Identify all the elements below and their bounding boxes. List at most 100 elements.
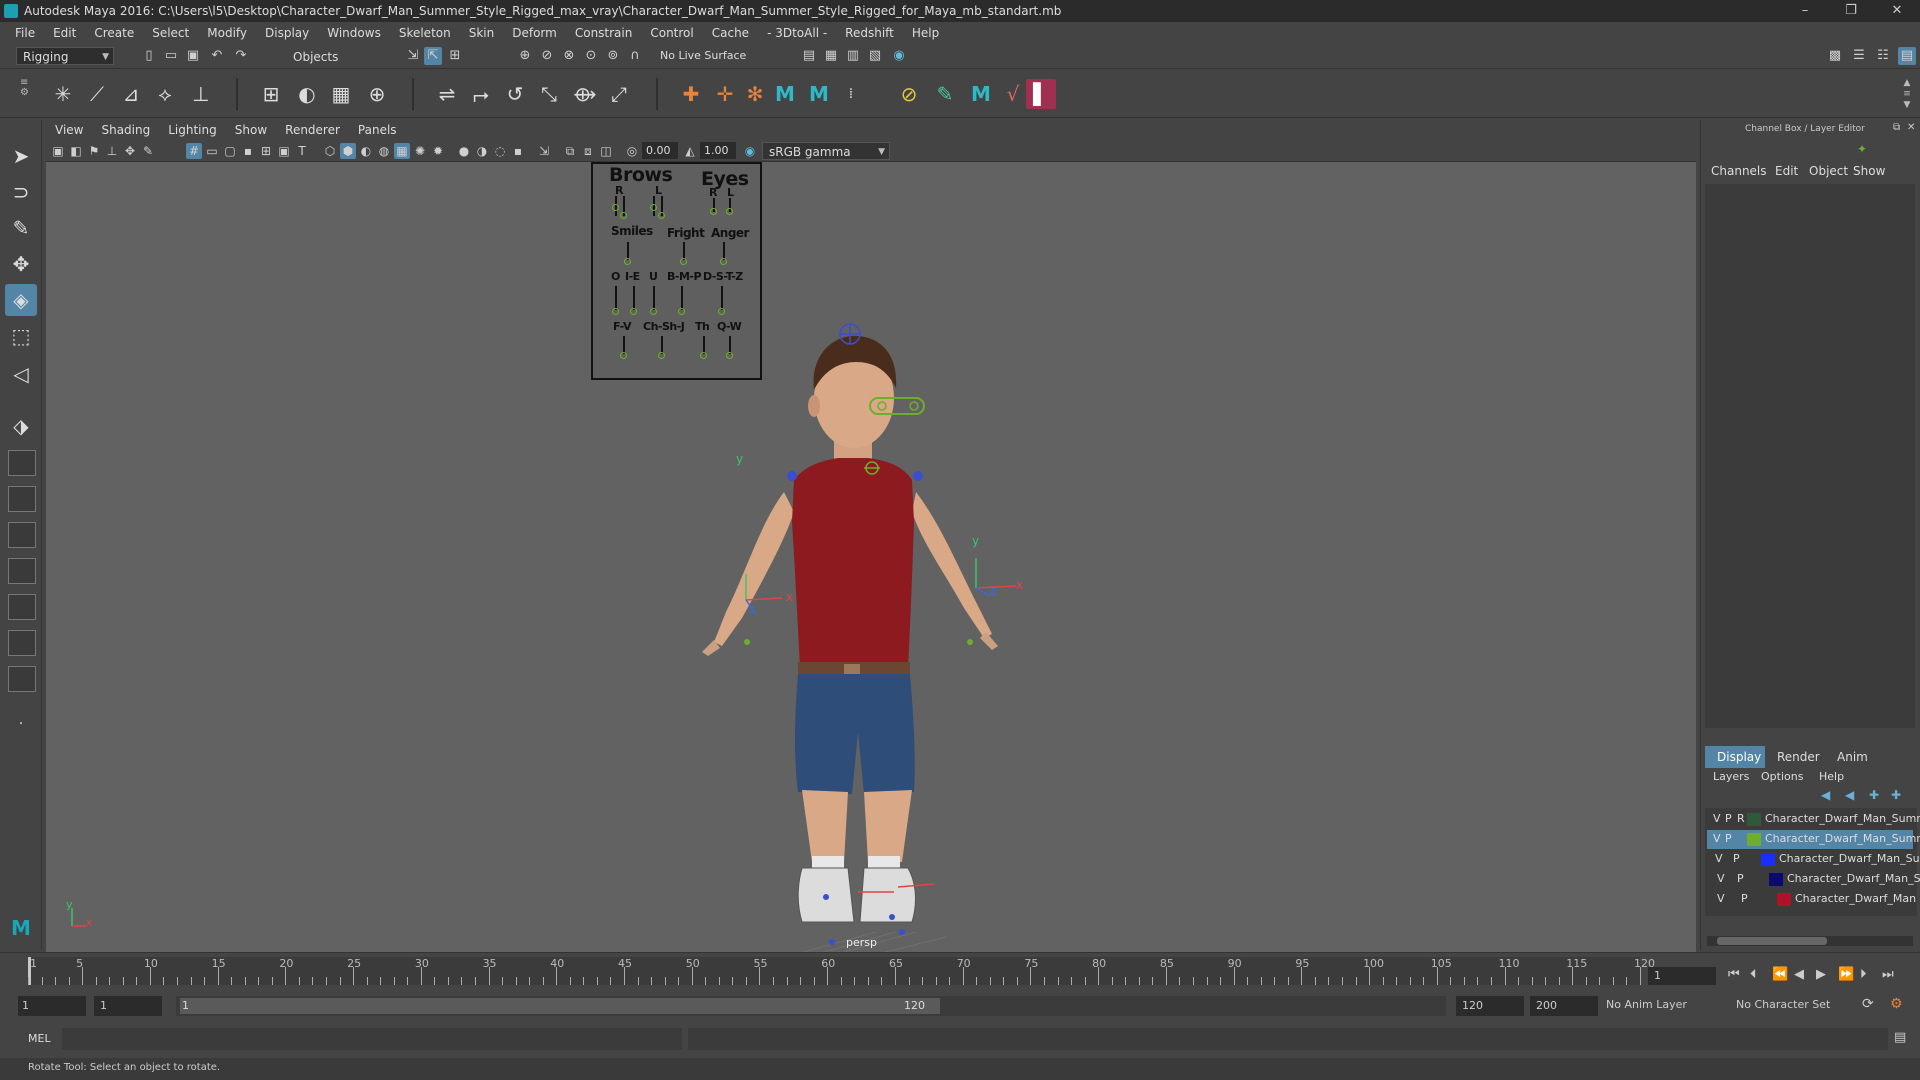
save-scene-icon[interactable]: ▣ — [184, 47, 202, 65]
locator-icon[interactable]: ✚ — [676, 79, 706, 109]
dwarf-character[interactable] — [702, 335, 998, 923]
channels-tab[interactable]: Channels — [1711, 164, 1767, 178]
close-button[interactable]: ✕ — [1874, 0, 1920, 22]
viseme-knob[interactable] — [678, 308, 685, 315]
joint-locator-icon[interactable]: ✛ — [710, 79, 740, 109]
layout-top-icon[interactable] — [8, 558, 36, 584]
menu-file[interactable]: File — [6, 26, 44, 40]
menu-deform[interactable]: Deform — [503, 26, 566, 40]
brow-knob[interactable] — [650, 204, 657, 211]
viewport-menu-shading[interactable]: Shading — [92, 123, 159, 137]
smooth-shade-icon[interactable]: ⬢ — [340, 143, 356, 159]
layer-playback[interactable]: P — [1725, 812, 1732, 825]
viewport-menu-renderer[interactable]: Renderer — [276, 123, 349, 137]
scale-constraint-icon[interactable]: ⤡ — [534, 79, 564, 109]
menu-modify[interactable]: Modify — [198, 26, 256, 40]
viseme-knob[interactable] — [718, 308, 725, 315]
component-editor-icon[interactable]: ⁞ — [836, 79, 866, 109]
fright-knob[interactable] — [680, 258, 687, 265]
layout-four-icon[interactable] — [8, 486, 36, 512]
grease-pencil-icon[interactable]: ✎ — [140, 143, 156, 159]
layer-visibility[interactable]: V — [1717, 872, 1725, 885]
script-editor-icon[interactable]: ▤ — [1894, 1030, 1906, 1045]
layer-color-swatch[interactable] — [1769, 873, 1783, 886]
layer-visibility[interactable]: V — [1715, 852, 1723, 865]
shelf-scroll-icon[interactable]: ▲ ≡ ▼ — [1900, 78, 1914, 112]
hik-character-icon[interactable]: M — [770, 79, 800, 109]
character-set-label[interactable]: No Character Set — [1736, 998, 1830, 1011]
mocap-icon[interactable]: M — [966, 79, 996, 109]
render-settings-icon[interactable]: ▧ — [866, 47, 884, 65]
facial-control-board[interactable]: Brows Eyes R L R L Smiles Fright Anger O… — [591, 162, 762, 380]
perspective-viewport[interactable]: y x z y x z y x persp — [46, 162, 1696, 952]
hik-controls-icon[interactable]: M — [804, 79, 834, 109]
graph-icon[interactable]: ▌ — [1026, 79, 1056, 109]
color-management-icon[interactable]: ◉ — [742, 143, 758, 159]
object-tab[interactable]: Object — [1809, 164, 1848, 178]
options-menu[interactable]: Options — [1761, 770, 1803, 783]
brow-knob[interactable] — [612, 204, 619, 211]
layout-persp-icon[interactable] — [8, 666, 36, 692]
anger-knob[interactable] — [720, 258, 727, 265]
close-panel-icon[interactable]: ✕ — [1907, 122, 1915, 133]
layer-color-swatch[interactable] — [1747, 813, 1761, 826]
paint-select-tool-icon[interactable]: ✎ — [5, 212, 37, 244]
shadows-icon[interactable]: ✹ — [430, 143, 446, 159]
layer-row[interactable]: V P Character_Dwarf_Man_S — [1707, 870, 1920, 889]
range-slider-handle[interactable]: 1 120 — [180, 998, 940, 1014]
script-language-label[interactable]: MEL — [28, 1032, 51, 1045]
play-backward-icon[interactable]: ◀ — [1794, 967, 1804, 982]
menu-display[interactable]: Display — [256, 26, 318, 40]
animation-end-field[interactable]: 200 — [1530, 996, 1598, 1016]
layer-playback[interactable]: P — [1733, 852, 1740, 865]
step-back-frame-icon[interactable]: ⏪ — [1772, 967, 1788, 982]
help-menu[interactable]: Help — [1819, 770, 1844, 783]
ik-handle-icon[interactable]: ⟋ — [82, 79, 112, 109]
viseme-knob[interactable] — [726, 352, 733, 359]
menu-create[interactable]: Create — [85, 26, 143, 40]
mirror-joint-icon[interactable]: ⟡ — [150, 79, 180, 109]
ik-fk-icon[interactable]: ✻ — [740, 79, 770, 109]
joint-tool-icon[interactable]: ✳ — [48, 79, 78, 109]
field-chart-icon[interactable]: ⊞ — [258, 143, 274, 159]
screen-space-ao-icon[interactable]: ● — [456, 143, 472, 159]
motion-blur-icon[interactable]: ◑ — [474, 143, 490, 159]
film-gate-icon[interactable]: ▭ — [204, 143, 220, 159]
snap-grid-icon[interactable]: ⊕ — [516, 47, 534, 65]
tool-settings-icon[interactable]: ☷ — [1874, 47, 1892, 65]
orient-joint-icon[interactable]: ⊥ — [186, 79, 216, 109]
shade-wire-icon[interactable]: ◐ — [358, 143, 374, 159]
layer-reference[interactable]: R — [1737, 812, 1745, 825]
brow-knob[interactable] — [620, 212, 627, 219]
select-hierarchy-icon[interactable]: ⇲ — [404, 47, 422, 65]
layer-playback[interactable]: P — [1725, 832, 1732, 845]
lasso-tool-icon[interactable]: ⊃ — [5, 176, 37, 208]
menu-skeleton[interactable]: Skeleton — [390, 26, 460, 40]
display-layer-tab[interactable]: Display — [1705, 746, 1765, 768]
bind-skin-icon[interactable]: ⊞ — [256, 79, 286, 109]
layer-scrollbar[interactable] — [1707, 936, 1913, 946]
minimize-button[interactable]: – — [1782, 0, 1828, 22]
layer-color-swatch[interactable] — [1777, 893, 1791, 906]
snap-point-icon[interactable]: ⊗ — [560, 47, 578, 65]
rotate-tool-icon[interactable]: ◈ — [5, 284, 37, 316]
menu-3dtoall[interactable]: - 3DtoAll - — [758, 26, 836, 40]
gamma-field[interactable]: 1.00 — [700, 142, 736, 159]
menu-constrain[interactable]: Constrain — [566, 26, 642, 40]
undo-icon[interactable]: ↶ — [208, 47, 226, 65]
viewport-menu-show[interactable]: Show — [226, 123, 276, 137]
step-forward-key-icon[interactable]: ⏵ — [1860, 967, 1867, 982]
snap-curve-icon[interactable]: ⊘ — [538, 47, 556, 65]
move-layer-up-icon[interactable]: ◀ — [1821, 788, 1830, 802]
gamma-icon[interactable]: ◭ — [682, 143, 698, 159]
viseme-knob[interactable] — [612, 308, 619, 315]
range-slider[interactable]: 1 120 — [176, 996, 1446, 1016]
auto-key-icon[interactable]: ⟳ — [1862, 996, 1874, 1012]
scale-tool-icon[interactable]: ⬚ — [5, 320, 37, 352]
hypershade-icon[interactable]: ◉ — [890, 47, 908, 65]
viewport-menu-panels[interactable]: Panels — [349, 123, 406, 137]
layout-outliner-icon[interactable] — [8, 594, 36, 620]
render-layer-tab[interactable]: Render — [1777, 750, 1820, 764]
step-back-key-icon[interactable]: ⏴ — [1750, 967, 1757, 982]
layer-row[interactable]: V P Character_Dwarf_Man_Summ — [1707, 830, 1920, 849]
